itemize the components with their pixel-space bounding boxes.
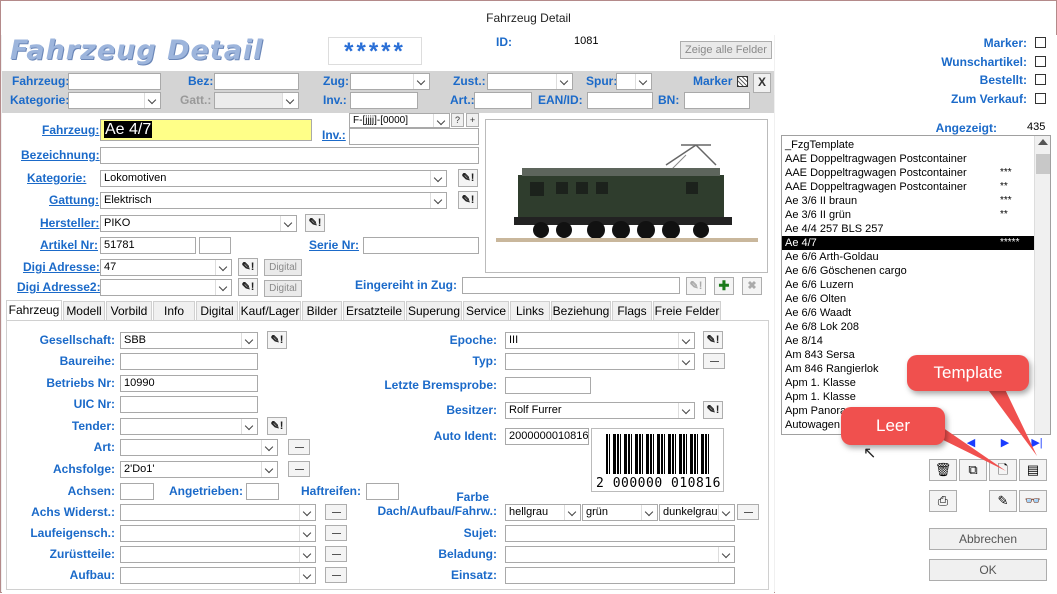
leer-callout: Leer [841, 407, 945, 445]
window: Fahrzeug Detail Fahrzeug Detail ***** ID… [0, 0, 1057, 593]
template-callout: Template [907, 355, 1029, 391]
mouse-cursor-icon: ↖ [863, 445, 877, 462]
callout-arrows [921, 381, 1037, 471]
